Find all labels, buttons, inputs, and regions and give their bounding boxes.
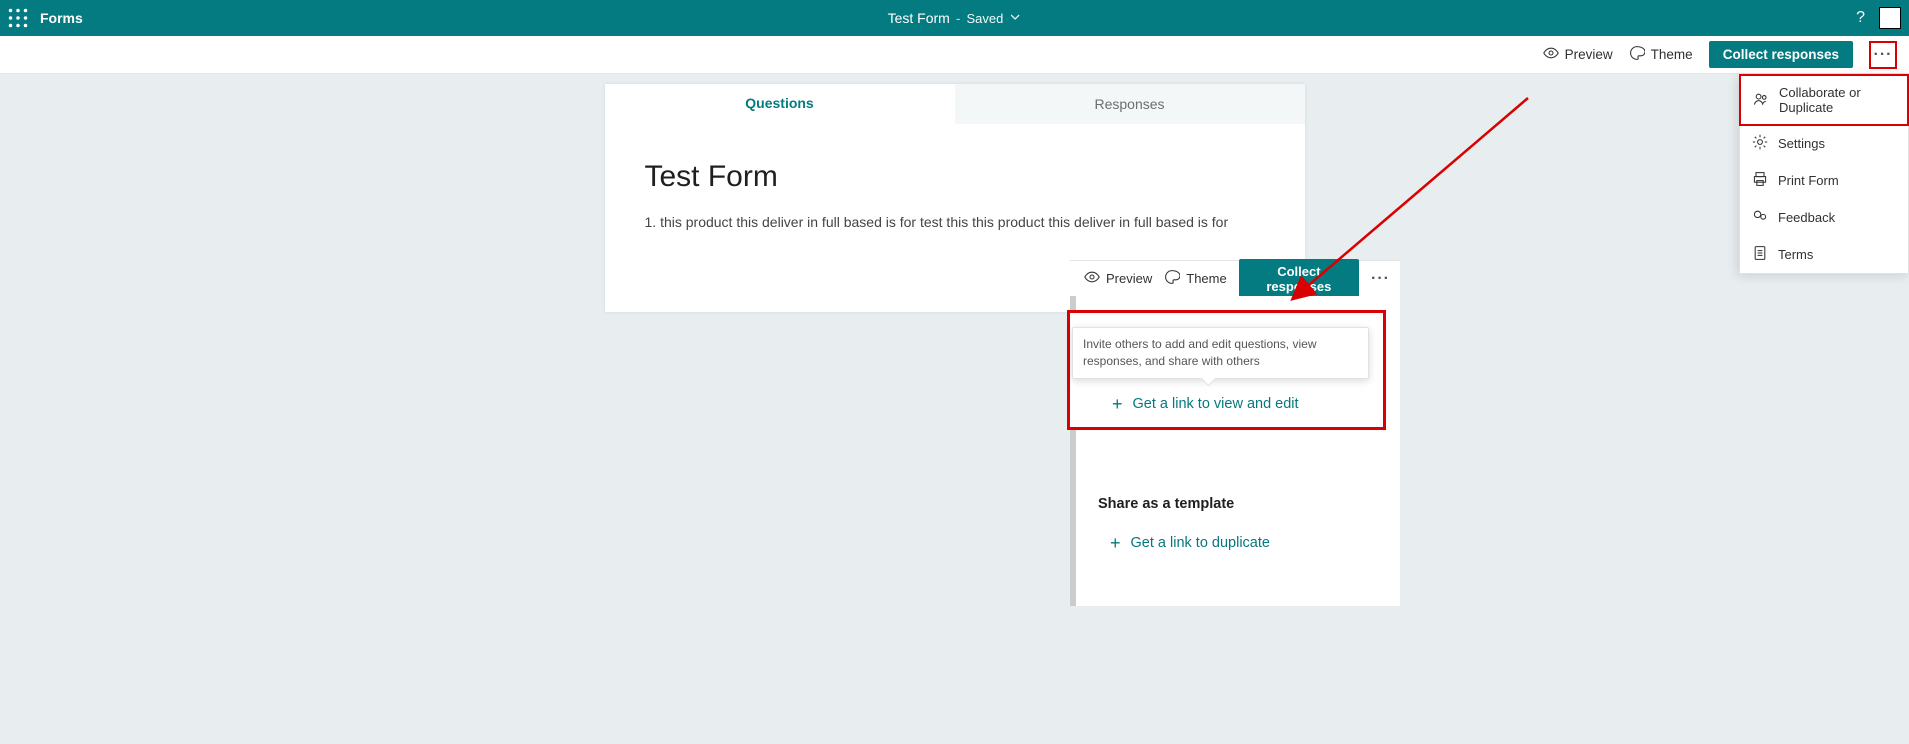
palette-icon (1629, 45, 1645, 64)
top-header: Forms Test Form - Saved ? (0, 0, 1909, 36)
collaborate-highlight-box: Invite others to add and edit questions,… (1067, 310, 1386, 430)
menu-collab-label: Collaborate or Duplicate (1779, 85, 1895, 115)
menu-feedback[interactable]: Feedback (1740, 199, 1908, 236)
duplicate-label: Get a link to duplicate (1131, 535, 1270, 551)
app-launcher-icon[interactable] (8, 8, 28, 28)
secondary-toolbar: Preview Theme Collect responses ··· (1070, 260, 1400, 296)
document-icon (1752, 245, 1768, 264)
secondary-more-options-button[interactable]: ··· (1371, 270, 1390, 288)
eye-icon (1084, 269, 1100, 288)
palette-icon (1164, 269, 1180, 288)
more-options-dropdown: Collaborate or Duplicate Settings Print … (1739, 74, 1909, 274)
tab-responses[interactable]: Responses (955, 84, 1305, 124)
collaborate-panel: Invite others to add and edit questions,… (1070, 296, 1400, 606)
tabs-row: Questions Responses (605, 84, 1305, 124)
menu-feedback-label: Feedback (1778, 210, 1835, 225)
menu-print-form[interactable]: Print Form (1740, 162, 1908, 199)
secondary-theme-button[interactable]: Theme (1164, 269, 1226, 288)
secondary-collect-responses-button[interactable]: Collect responses (1239, 259, 1359, 299)
collaborate-tooltip-text: Invite others to add and edit questions,… (1083, 337, 1316, 368)
share-template-section: Share as a template + Get a link to dupl… (1076, 496, 1400, 552)
theme-label: Theme (1651, 47, 1693, 62)
get-link-view-edit-button[interactable]: + Get a link to view and edit (1070, 391, 1383, 413)
secondary-preview-button[interactable]: Preview (1084, 269, 1152, 288)
form-title-heading[interactable]: Test Form (605, 124, 1305, 214)
secondary-theme-label: Theme (1186, 271, 1226, 286)
people-icon (1753, 91, 1769, 110)
secondary-preview-label: Preview (1106, 271, 1152, 286)
menu-settings-label: Settings (1778, 136, 1825, 151)
printer-icon (1752, 171, 1768, 190)
preview-label: Preview (1565, 47, 1613, 62)
ellipsis-horizontal-icon: ··· (1874, 46, 1893, 64)
saved-status-label: Saved (967, 11, 1004, 26)
plus-icon: + (1110, 534, 1121, 552)
tab-questions[interactable]: Questions (605, 84, 955, 124)
get-link-duplicate-button[interactable]: + Get a link to duplicate (1098, 534, 1386, 552)
form-name-label: Test Form (888, 10, 950, 26)
question-text: this product this deliver in full based … (660, 214, 1228, 230)
chevron-down-icon (1009, 10, 1021, 26)
plus-icon: + (1112, 395, 1123, 413)
toolbar: Preview Theme Collect responses ··· (0, 36, 1909, 74)
menu-print-label: Print Form (1778, 173, 1839, 188)
more-options-button[interactable]: ··· (1869, 41, 1897, 69)
view-edit-label: Get a link to view and edit (1133, 396, 1299, 412)
gear-icon (1752, 134, 1768, 153)
eye-icon (1543, 45, 1559, 64)
collect-responses-button[interactable]: Collect responses (1709, 41, 1853, 68)
help-icon[interactable]: ? (1856, 9, 1865, 27)
share-template-heading: Share as a template (1098, 496, 1386, 512)
feedback-icon (1752, 208, 1768, 227)
preview-button[interactable]: Preview (1543, 45, 1613, 64)
question-1[interactable]: 1. this product this deliver in full bas… (605, 214, 1305, 240)
menu-terms-label: Terms (1778, 247, 1813, 262)
collaborate-tooltip: Invite others to add and edit questions,… (1072, 327, 1369, 379)
menu-collaborate-or-duplicate[interactable]: Collaborate or Duplicate (1739, 74, 1909, 126)
main-content: Questions Responses Test Form 1. this pr… (0, 74, 1909, 302)
theme-button[interactable]: Theme (1629, 45, 1693, 64)
question-number: 1. (645, 214, 657, 230)
menu-settings[interactable]: Settings (1740, 125, 1908, 162)
app-name-label[interactable]: Forms (40, 10, 83, 26)
account-avatar[interactable] (1879, 7, 1901, 29)
form-title-center[interactable]: Test Form - Saved (888, 10, 1022, 26)
menu-terms[interactable]: Terms (1740, 236, 1908, 273)
